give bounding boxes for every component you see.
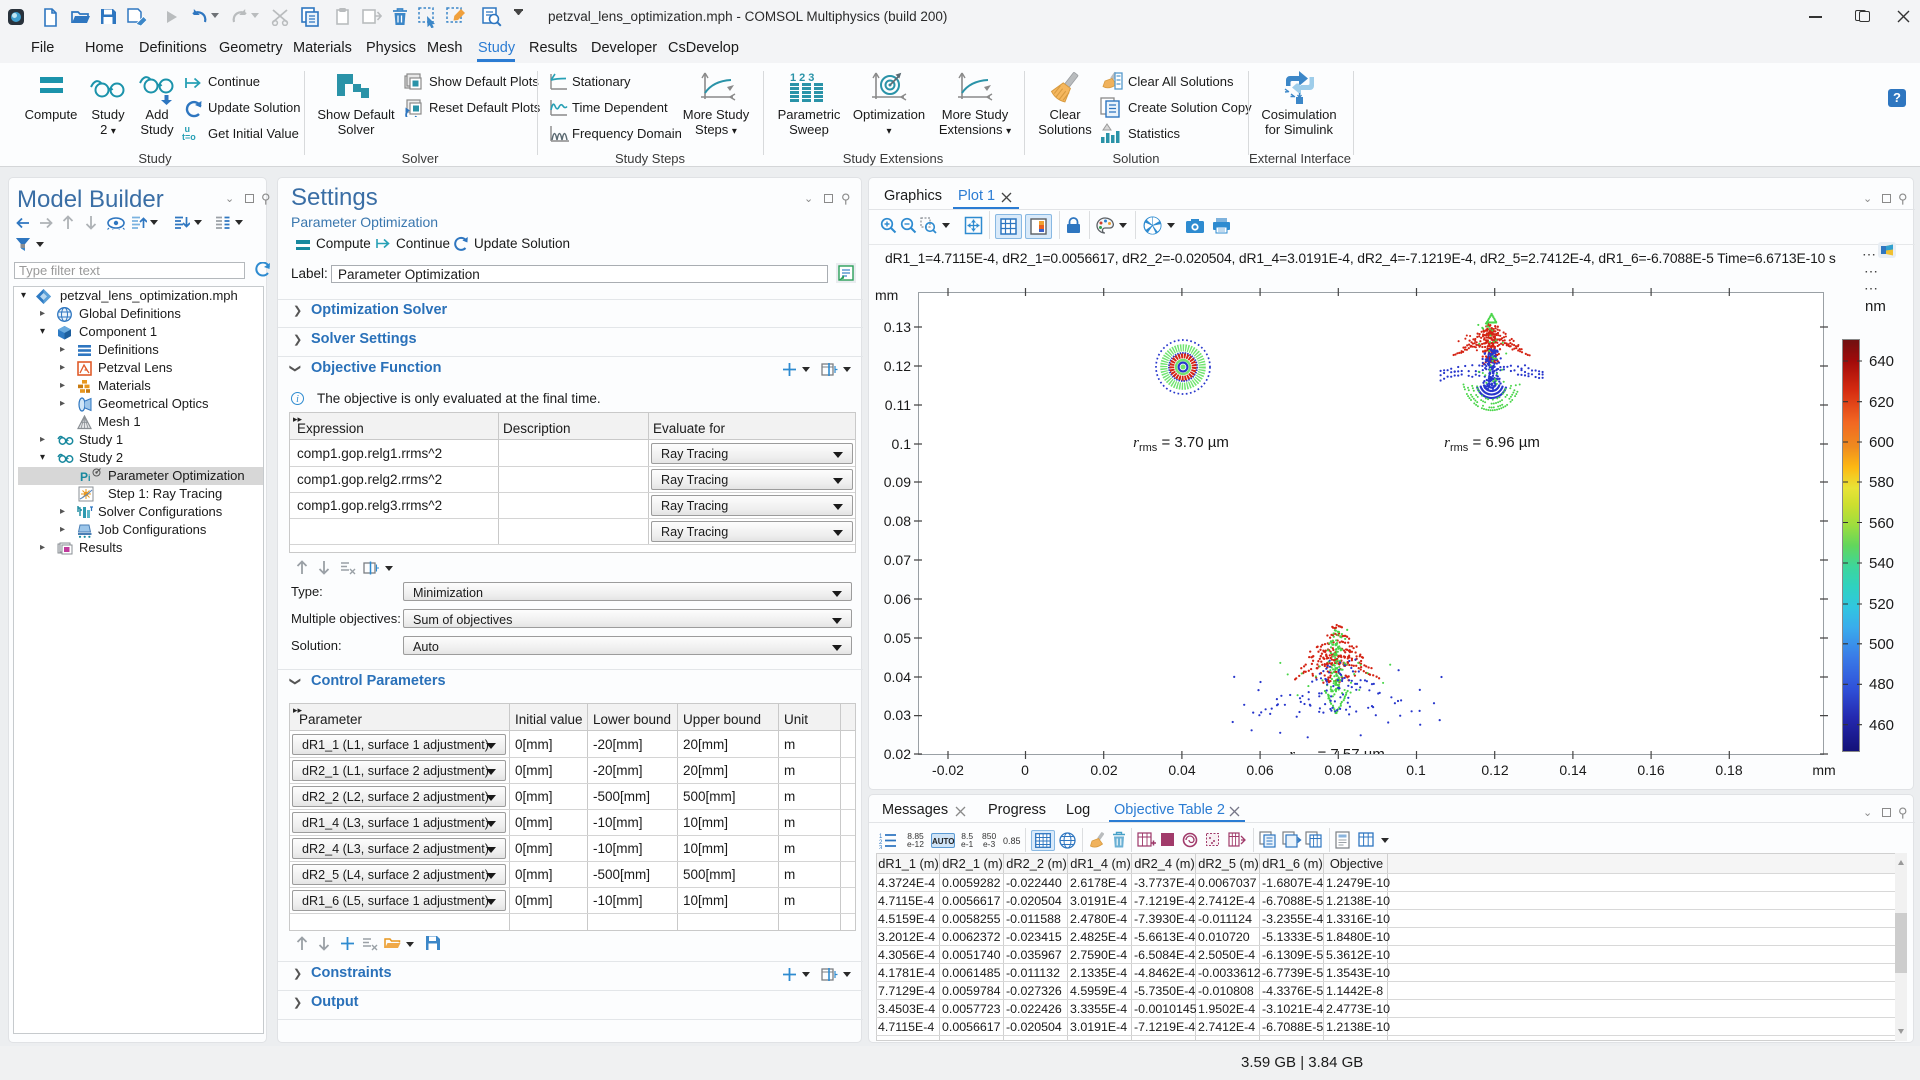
svg-text:-0.020504: -0.020504: [1006, 894, 1062, 908]
svg-text:2.5050E-4: 2.5050E-4: [1198, 948, 1255, 962]
svg-text:-0.023415: -0.023415: [1006, 930, 1062, 944]
svg-text:4.7115E-4: 4.7115E-4: [878, 894, 934, 908]
svg-text:4.7115E-4: 4.7115E-4: [878, 1020, 934, 1034]
svg-text:-0.022440: -0.022440: [1006, 876, 1062, 890]
svg-text:-5.6613E-4: -5.6613E-4: [1134, 930, 1195, 944]
svg-text:0.0056617: 0.0056617: [942, 1020, 1001, 1034]
svg-text:1.2138E-10: 1.2138E-10: [1326, 1020, 1390, 1034]
svg-text:-0.020504: -0.020504: [1006, 1020, 1062, 1034]
svg-text:2.7412E-4: 2.7412E-4: [1198, 894, 1255, 908]
svg-text:2.6178E-4: 2.6178E-4: [1070, 876, 1127, 890]
svg-text:0.0051740: 0.0051740: [942, 948, 1001, 962]
svg-text:-0.022426: -0.022426: [1006, 1002, 1062, 1016]
svg-text:4.3724E-4: 4.3724E-4: [878, 876, 935, 890]
svg-text:1.1442E-8: 1.1442E-8: [1326, 984, 1383, 998]
svg-text:3: 3: [879, 846, 883, 850]
svg-text:4.1781E-4: 4.1781E-4: [878, 966, 935, 980]
svg-text:-6.5084E-4: -6.5084E-4: [1134, 948, 1195, 962]
svg-text:-0.027326: -0.027326: [1006, 984, 1062, 998]
svg-text:0.0059282: 0.0059282: [942, 876, 1001, 890]
svg-text:-5.1333E-5: -5.1333E-5: [1262, 930, 1323, 944]
svg-text:1.2479E-10: 1.2479E-10: [1326, 876, 1390, 890]
svg-text:2.4773E-10: 2.4773E-10: [1326, 1002, 1390, 1016]
svg-text:2.7412E-4: 2.7412E-4: [1198, 1020, 1255, 1034]
svg-text:4.5959E-4: 4.5959E-4: [1070, 984, 1127, 998]
svg-text:-0.010808: -0.010808: [1198, 984, 1254, 998]
svg-text:0.010720: 0.010720: [1198, 930, 1250, 944]
svg-text:-0.011588: -0.011588: [1006, 912, 1061, 926]
svg-text:-5.7350E-4: -5.7350E-4: [1134, 984, 1195, 998]
svg-text:1.2138E-10: 1.2138E-10: [1326, 894, 1390, 908]
svg-text:2.7590E-4: 2.7590E-4: [1070, 948, 1127, 962]
svg-text:-0.0010145: -0.0010145: [1134, 1002, 1197, 1016]
svg-text:-6.7088E-5: -6.7088E-5: [1262, 1020, 1323, 1034]
svg-text:3.0191E-4: 3.0191E-4: [1070, 1020, 1127, 1034]
svg-text:0.0067037: 0.0067037: [1198, 876, 1257, 890]
svg-text:-6.1309E-5: -6.1309E-5: [1262, 948, 1323, 962]
svg-text:0.0058255: 0.0058255: [942, 912, 1001, 926]
svg-text:1.3543E-10: 1.3543E-10: [1326, 966, 1390, 980]
svg-text:0.0059784: 0.0059784: [942, 984, 1001, 998]
svg-text:-6.7088E-5: -6.7088E-5: [1262, 894, 1323, 908]
svg-text:-7.1219E-4: -7.1219E-4: [1134, 894, 1195, 908]
svg-text:-0.0033612: -0.0033612: [1198, 966, 1261, 980]
svg-text:-0.011124: -0.011124: [1198, 912, 1252, 926]
svg-text:7.7129E-4: 7.7129E-4: [878, 984, 935, 998]
svg-text:-3.7737E-4: -3.7737E-4: [1134, 876, 1195, 890]
svg-text:0.0061485: 0.0061485: [942, 966, 1001, 980]
svg-text:1.9502E-4: 1.9502E-4: [1198, 1002, 1255, 1016]
svg-text:3.3355E-4: 3.3355E-4: [1070, 1002, 1127, 1016]
svg-text:3.2012E-4: 3.2012E-4: [878, 930, 935, 944]
svg-text:2.4825E-4: 2.4825E-4: [1070, 930, 1127, 944]
svg-text:-7.3930E-4: -7.3930E-4: [1134, 912, 1195, 926]
svg-text:-6.7739E-5: -6.7739E-5: [1262, 966, 1323, 980]
svg-text:5.3612E-10: 5.3612E-10: [1326, 948, 1390, 962]
svg-text:3.0191E-4: 3.0191E-4: [1070, 894, 1127, 908]
svg-text:1.3316E-10: 1.3316E-10: [1326, 912, 1390, 926]
svg-text:4.3056E-4: 4.3056E-4: [878, 948, 935, 962]
svg-text:-0.035967: -0.035967: [1006, 948, 1062, 962]
svg-text:-4.8462E-4: -4.8462E-4: [1134, 966, 1195, 980]
svg-text:1.8480E-10: 1.8480E-10: [1326, 930, 1390, 944]
svg-text:0.0057723: 0.0057723: [942, 1002, 1001, 1016]
svg-text:-3.2355E-4: -3.2355E-4: [1262, 912, 1323, 926]
svg-text:-4.3376E-5: -4.3376E-5: [1262, 984, 1323, 998]
svg-text:2.1335E-4: 2.1335E-4: [1070, 966, 1127, 980]
svg-text:2.4780E-4: 2.4780E-4: [1070, 912, 1127, 926]
svg-text:3.4503E-4: 3.4503E-4: [878, 1002, 935, 1016]
svg-text:-0.011132: -0.011132: [1006, 966, 1060, 980]
svg-text:0.0062372: 0.0062372: [942, 930, 1001, 944]
svg-text:-1.6807E-4: -1.6807E-4: [1262, 876, 1323, 890]
svg-text:-3.1021E-4: -3.1021E-4: [1262, 1002, 1323, 1016]
svg-text:0.0056617: 0.0056617: [942, 894, 1001, 908]
svg-text:-7.1219E-4: -7.1219E-4: [1134, 1020, 1195, 1034]
svg-text:4.5159E-4: 4.5159E-4: [878, 912, 935, 926]
